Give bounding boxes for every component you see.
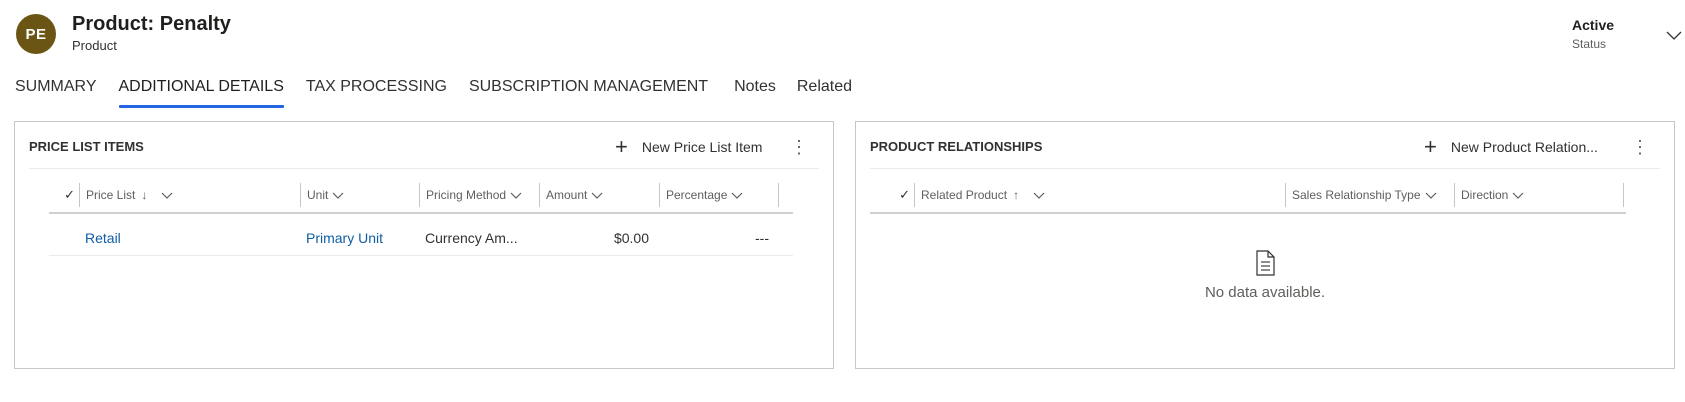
tab-additional-details[interactable]: ADDITIONAL DETAILS xyxy=(118,78,285,108)
entity-type-label: Product xyxy=(72,38,117,53)
more-commands-icon[interactable]: ⋮ xyxy=(1630,134,1650,160)
status-field[interactable]: Active Status xyxy=(1572,17,1642,51)
chevron-down-icon xyxy=(332,192,344,199)
new-price-list-item-label: New Price List Item xyxy=(641,139,763,155)
chevron-down-icon[interactable] xyxy=(1665,26,1683,44)
select-all-checkbox[interactable]: ✓ xyxy=(49,183,79,207)
column-header-amount[interactable]: Amount xyxy=(539,183,659,207)
subgrid-title: PRODUCT RELATIONSHIPS xyxy=(870,139,1043,154)
tab-notes[interactable]: Notes xyxy=(734,78,776,108)
empty-state-text: No data available. xyxy=(1204,284,1326,301)
column-header-price-list[interactable]: Price List ↓ xyxy=(79,183,300,207)
chevron-down-icon xyxy=(1512,192,1524,199)
chevron-down-icon xyxy=(1033,192,1045,199)
column-header-percentage[interactable]: Percentage xyxy=(659,183,779,207)
pricing-method-cell: Currency Am... xyxy=(425,229,518,246)
subgrid-title: PRICE LIST ITEMS xyxy=(29,139,144,154)
status-label: Status xyxy=(1572,37,1607,51)
tab-tax-processing[interactable]: TAX PROCESSING xyxy=(306,78,447,108)
sort-ascending-icon: ↑ xyxy=(1013,188,1020,202)
grid-header: ✓ Price List ↓ Unit Pricing Method Amoun… xyxy=(49,178,793,214)
chevron-down-icon xyxy=(161,192,173,199)
chevron-down-icon xyxy=(1425,192,1436,199)
document-icon xyxy=(1256,250,1275,276)
column-header-unit[interactable]: Unit xyxy=(300,183,419,207)
select-all-checkbox[interactable]: ✓ xyxy=(870,183,914,207)
amount-cell: $0.00 xyxy=(613,229,649,246)
new-product-relationship-button[interactable]: + New Product Relation... xyxy=(1424,132,1598,162)
tab-subscription-management[interactable]: SUBSCRIPTION MANAGEMENT xyxy=(469,78,708,108)
price-list-link[interactable]: Retail xyxy=(79,230,300,246)
table-row[interactable]: Retail Primary Unit Currency Am... $0.00… xyxy=(49,220,793,256)
sort-descending-icon: ↓ xyxy=(141,188,148,202)
column-header-sales-relationship-type[interactable]: Sales Relationship Type xyxy=(1285,183,1454,207)
record-header: PE Product: Penalty Product Active Statu… xyxy=(0,0,1685,70)
more-commands-icon[interactable]: ⋮ xyxy=(789,134,809,160)
unit-link[interactable]: Primary Unit xyxy=(300,230,419,246)
status-value: Active xyxy=(1572,17,1615,33)
tab-summary[interactable]: SUMMARY xyxy=(15,78,97,108)
new-product-relationship-label: New Product Relation... xyxy=(1450,139,1598,155)
divider xyxy=(870,168,1660,169)
page-title: Product: Penalty xyxy=(72,13,231,35)
chevron-down-icon xyxy=(731,192,743,199)
column-header-pricing-method[interactable]: Pricing Method xyxy=(419,183,539,207)
add-icon: + xyxy=(615,134,628,159)
column-header-related-product[interactable]: Related Product ↑ xyxy=(914,183,1285,207)
avatar: PE xyxy=(16,14,56,54)
tab-related[interactable]: Related xyxy=(797,78,852,108)
column-header-direction[interactable]: Direction xyxy=(1454,183,1624,207)
new-price-list-item-button[interactable]: + New Price List Item xyxy=(615,132,762,162)
price-list-items-subgrid: PRICE LIST ITEMS + New Price List Item ⋮… xyxy=(14,121,834,369)
grid-header: ✓ Related Product ↑ Sales Relationship T… xyxy=(870,178,1626,214)
product-relationships-subgrid: PRODUCT RELATIONSHIPS + New Product Rela… xyxy=(855,121,1675,369)
percentage-cell: --- xyxy=(755,229,769,246)
tab-bar: SUMMARY ADDITIONAL DETAILS TAX PROCESSIN… xyxy=(15,78,874,108)
divider xyxy=(29,168,819,169)
add-icon: + xyxy=(1424,134,1437,159)
chevron-down-icon xyxy=(591,192,603,199)
chevron-down-icon xyxy=(510,192,522,199)
empty-state: No data available. xyxy=(856,250,1674,301)
